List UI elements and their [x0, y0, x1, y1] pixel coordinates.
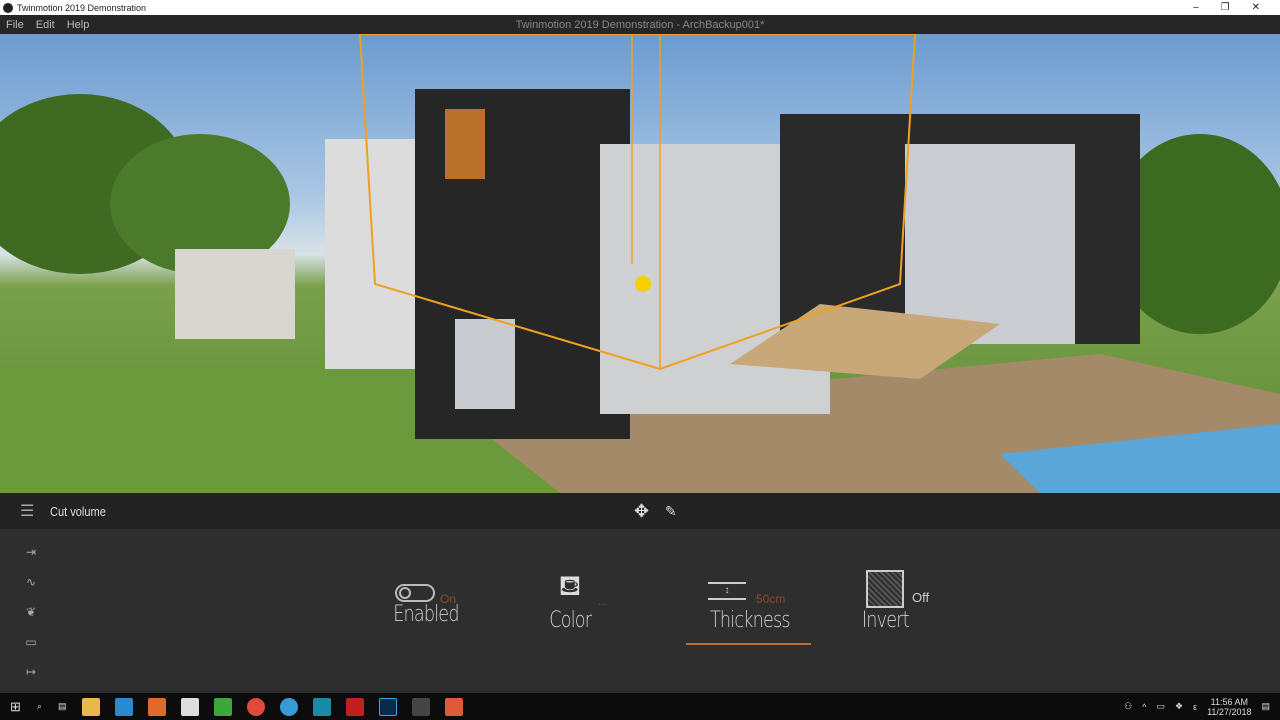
dropbox-icon[interactable]: ❖ — [1175, 701, 1183, 712]
toggle-icon[interactable] — [395, 584, 435, 602]
media-player-icon[interactable] — [148, 697, 167, 716]
import-icon[interactable]: ⇥ — [20, 545, 42, 559]
properties-panel: ⇥ ∿ ❦ ▭ ↦ — [0, 529, 1280, 693]
clock[interactable]: 11:56 AM 11/27/2018 — [1207, 697, 1251, 717]
wall-right — [905, 144, 1075, 344]
thickness-value: 50cm — [756, 592, 786, 606]
paint-bucket-icon[interactable]: ⛾ — [540, 570, 600, 608]
document-title: Twinmotion 2019 Demonstration - ArchBack… — [515, 18, 765, 31]
minimize-button[interactable]: – — [1193, 2, 1199, 13]
scene — [0, 34, 1280, 493]
tray-chevron-icon[interactable]: ^ — [1142, 702, 1146, 712]
twinmotion-taskbar-icon[interactable] — [412, 697, 431, 716]
export-icon[interactable]: ↦ — [20, 665, 42, 679]
app-icon-8[interactable] — [313, 697, 332, 716]
task-view-icon[interactable]: ▤ — [58, 701, 67, 712]
thickness-icon[interactable]: ↕ — [708, 582, 746, 600]
garage — [175, 249, 295, 339]
search-icon[interactable]: ⌕ — [37, 701, 42, 712]
network-icon[interactable]: ▭ — [1156, 701, 1165, 712]
gizmo-handle — [635, 276, 651, 292]
toolbar: ☰ Cut volume ✥ ✎ — [0, 493, 1280, 529]
interior-room — [445, 109, 485, 179]
people-icon[interactable]: ⚇ — [1124, 701, 1132, 712]
photoshop-icon[interactable] — [379, 697, 398, 716]
invert-value: Off — [912, 590, 930, 605]
move-icon[interactable]: ✥ — [634, 501, 649, 522]
close-button[interactable]: ✕ — [1252, 2, 1260, 13]
file-explorer-icon[interactable] — [82, 697, 101, 716]
color-label: Color — [549, 608, 592, 633]
camtasia-icon[interactable] — [214, 697, 233, 716]
windows-start-icon[interactable]: ⊞ — [10, 699, 21, 715]
hamburger-menu-icon[interactable]: ☰ — [20, 501, 34, 521]
menu-edit[interactable]: Edit — [36, 19, 55, 31]
active-property-underline — [686, 643, 811, 645]
menu-bar: File Edit Help Twinmotion 2019 Demonstra… — [0, 15, 1280, 34]
clock-date: 11/27/2018 — [1207, 706, 1252, 717]
clock-time: 11:56 AM — [1210, 696, 1248, 707]
chrome-icon[interactable] — [247, 697, 266, 716]
invert-label: Invert — [861, 608, 910, 633]
language-indicator[interactable]: ε — [1193, 702, 1197, 712]
window-title: Twinmotion 2019 Demonstration — [17, 2, 147, 13]
color-property[interactable]: ⛾ Color — [540, 570, 600, 633]
thickness-label: Thickness — [709, 608, 791, 633]
panel-title: Cut volume — [50, 503, 107, 519]
enabled-value: On — [440, 592, 457, 606]
app-icon-3[interactable] — [115, 697, 134, 716]
recorder-icon[interactable] — [445, 697, 464, 716]
mail-icon[interactable] — [181, 697, 200, 716]
color-value: ... — [598, 594, 609, 608]
maximize-button[interactable]: ❐ — [1221, 2, 1230, 13]
invert-property[interactable]: Invert — [855, 570, 915, 633]
chrome-alt-icon[interactable] — [280, 697, 299, 716]
menu-file[interactable]: File — [6, 19, 24, 31]
media-icon[interactable]: ▭ — [20, 635, 42, 649]
3d-viewport[interactable] — [0, 34, 1280, 493]
notification-icon[interactable]: ▤ — [1261, 701, 1270, 712]
glass-door — [455, 319, 515, 409]
acrobat-icon[interactable] — [346, 697, 365, 716]
app-icon — [3, 2, 13, 13]
menu-help[interactable]: Help — [67, 19, 90, 31]
terrain-icon[interactable]: ∿ — [20, 575, 42, 589]
invert-icon[interactable] — [866, 570, 904, 608]
leaf-icon[interactable]: ❦ — [20, 605, 42, 619]
pencil-icon[interactable]: ✎ — [665, 503, 677, 520]
window-titlebar: Twinmotion 2019 Demonstration – ❐ ✕ — [0, 0, 1280, 15]
taskbar: ⊞ ⌕ ▤ ⚇ ^ ▭ ❖ ε 11:56 AM 11/27/2018 ▤ — [0, 693, 1280, 720]
